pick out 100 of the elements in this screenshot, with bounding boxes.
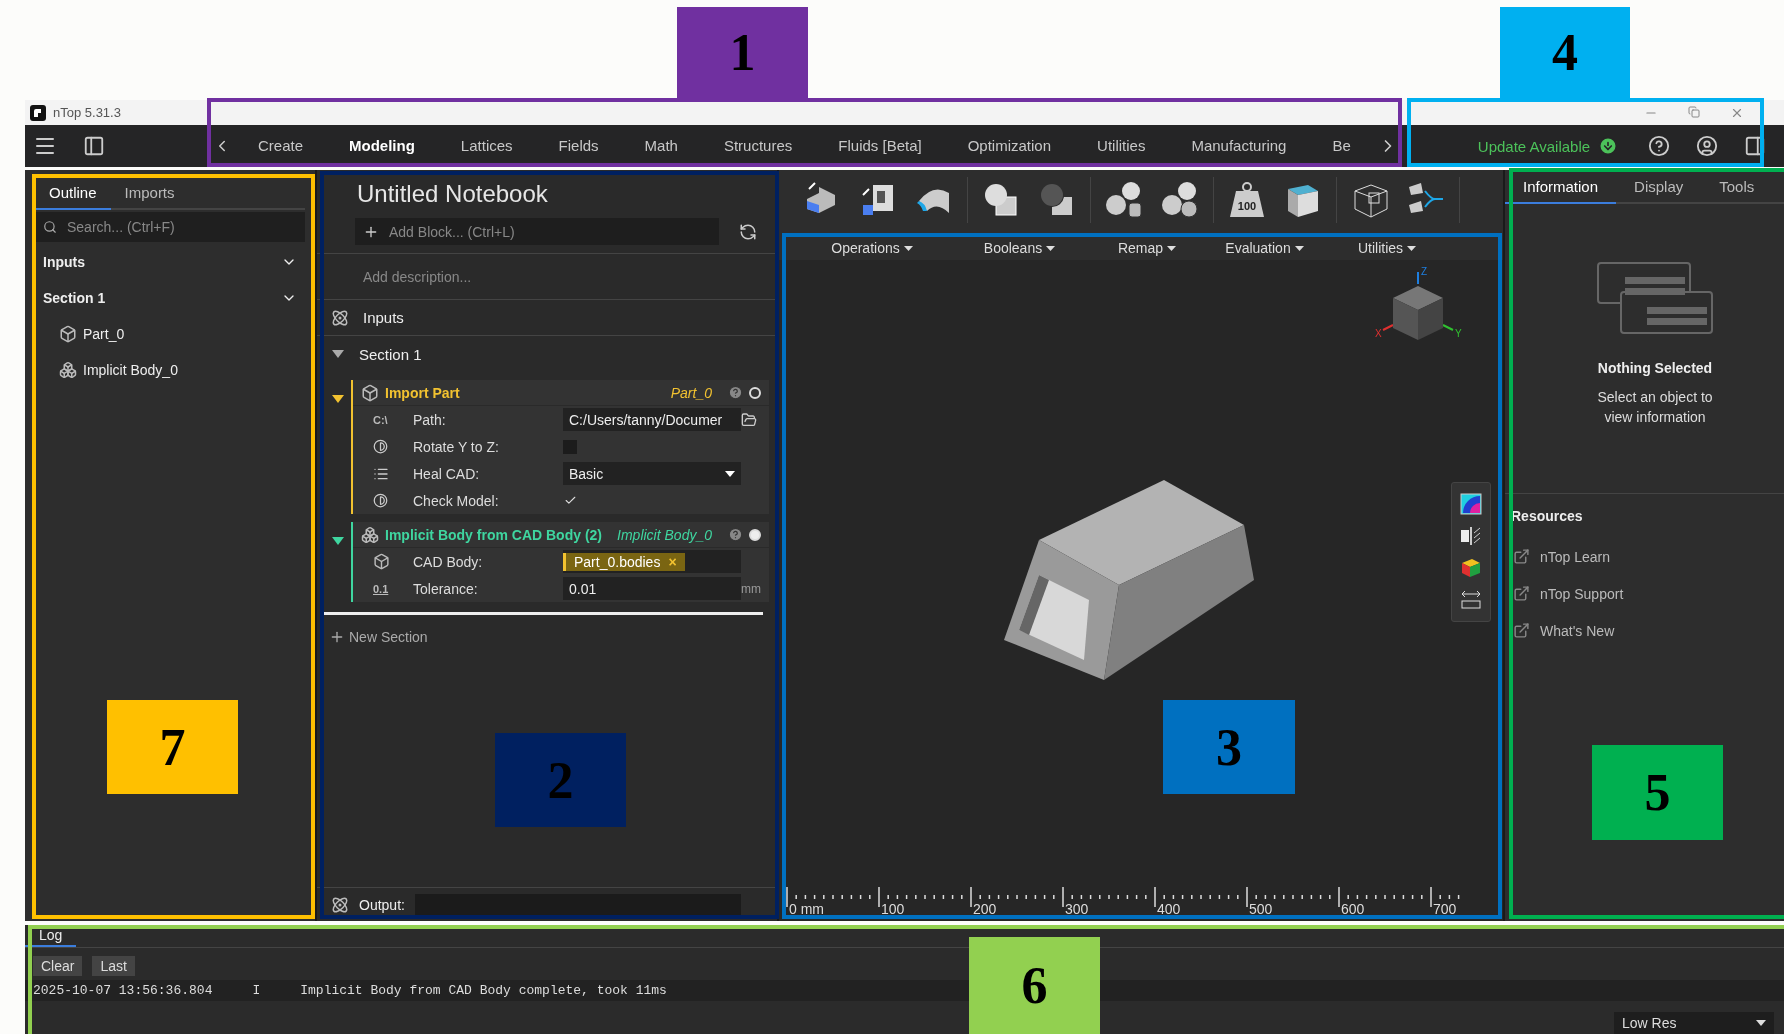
search-field[interactable]: Search... (Ctrl+F) [65, 218, 297, 236]
ribbon-tab[interactable]: Create [235, 125, 327, 167]
folder-icon[interactable] [741, 411, 757, 428]
ruler-label: 700 [1433, 901, 1457, 917]
param-label: Rotate Y to Z: [413, 438, 500, 455]
ribbon-tab[interactable]: Manufacturing [1168, 125, 1310, 167]
annotation-label: 7 [107, 700, 238, 794]
toolbar-menu[interactable]: Remap [1092, 236, 1202, 260]
tolerance-field[interactable]: 0.01 [563, 577, 741, 600]
dropdown[interactable]: Basic [563, 462, 741, 485]
log-button[interactable]: Last [92, 956, 135, 976]
axis-label: X [1375, 328, 1382, 339]
external-link-icon [1513, 548, 1530, 565]
axis-label: Y [1455, 328, 1462, 339]
colored-cube-icon[interactable] [1460, 557, 1482, 579]
toolbar-menu[interactable]: Evaluation [1202, 236, 1327, 260]
collapse-icon[interactable] [331, 394, 345, 404]
panel-tab[interactable]: Information [1505, 170, 1617, 204]
log-tab[interactable]: Log [25, 925, 77, 947]
annotation-label: 1 [677, 7, 808, 98]
resource-link[interactable]: What's New [1505, 612, 1784, 649]
refresh-icon[interactable] [739, 222, 757, 241]
section-cut-icon[interactable] [1460, 525, 1482, 547]
ribbon-tab[interactable]: Structures [700, 125, 816, 167]
add-block-box[interactable]: Add Block... (Ctrl+L) [355, 218, 719, 245]
panel-tab[interactable]: Outline [35, 176, 111, 210]
toolbar-menu[interactable]: Booleans [947, 236, 1092, 260]
path-field[interactable]: C:/Users/tanny/Documer [563, 408, 741, 431]
ribbon-tab[interactable]: Lattices [437, 125, 536, 167]
description-field[interactable]: Add description... [361, 267, 777, 286]
outline-item[interactable]: Part_0 [35, 316, 125, 352]
resource-link[interactable]: nTop Learn [1505, 538, 1784, 575]
measure-icon[interactable] [1460, 589, 1482, 611]
color-map-icon[interactable] [1460, 493, 1482, 515]
ribbon-tab[interactable]: Math [621, 125, 701, 167]
sidebar-icon [83, 135, 105, 157]
annotation-label: 3 [1163, 700, 1295, 794]
outline-item[interactable]: Implicit Body_0 [35, 352, 178, 388]
collapse-icon[interactable] [331, 349, 345, 359]
ribbon-tab[interactable]: Optimization [944, 125, 1075, 167]
cube-icon [361, 383, 379, 402]
block-output-name: Part_0 [670, 384, 712, 401]
boxes-icon [59, 361, 77, 379]
update-button[interactable]: Update Available [1471, 135, 1625, 157]
external-link-icon [1513, 585, 1530, 602]
cad-body-field[interactable]: Part_0.bodies × [563, 550, 741, 573]
panel-tab[interactable]: Tools [1701, 170, 1773, 204]
resolution-dropdown[interactable]: Low Res [1614, 1012, 1774, 1034]
annotation-label: 6 [969, 937, 1100, 1034]
outline-group[interactable]: Section 1 [35, 280, 305, 316]
new-section-button[interactable]: New Section [323, 612, 763, 645]
param-label: Check Model: [413, 492, 500, 509]
section-label: Section 1 [359, 345, 422, 363]
annotation-label: 5 [1592, 745, 1723, 840]
half-circle-icon [373, 439, 388, 454]
ribbon-tab[interactable]: Modeling [326, 125, 438, 167]
inputs-label: Inputs [363, 309, 404, 326]
param-label: Path: [413, 411, 447, 428]
path-icon-text: C:\ [373, 413, 389, 426]
external-link-icon [1513, 622, 1530, 639]
toolbar-menu[interactable]: Operations [797, 236, 947, 260]
panel-tab[interactable]: Imports [110, 176, 189, 210]
resource-link[interactable]: nTop Support [1505, 575, 1784, 612]
atom-icon [331, 895, 349, 914]
ruler-label: 600 [1341, 901, 1365, 917]
block-title: Import Part [385, 384, 461, 401]
resources-heading: Resources [1510, 507, 1584, 526]
empty-title: Nothing Selected [1597, 360, 1713, 376]
toolbar-menu[interactable]: Utilities [1327, 236, 1447, 260]
help-icon [1648, 135, 1671, 157]
half-circle-icon [373, 493, 388, 508]
help-icon[interactable] [728, 527, 743, 542]
ruler-label: 300 [1065, 901, 1089, 917]
ribbon-tab[interactable]: Utilities [1074, 125, 1169, 167]
collapse-icon[interactable] [331, 536, 345, 546]
param-label: CAD Body: [413, 553, 484, 570]
log-button[interactable]: Clear [33, 956, 83, 976]
annotation-label: 2 [495, 733, 626, 827]
empty-message: Select an object to view information [1596, 388, 1714, 427]
ribbon-tab[interactable]: Be [1309, 125, 1374, 167]
caret-icon [903, 245, 913, 251]
ribbon-tab[interactable]: Fluids [Beta] [815, 125, 945, 167]
help-icon[interactable] [728, 385, 743, 400]
cube-icon [59, 325, 77, 343]
param-label: Heal CAD: [413, 465, 481, 482]
ruler-label: 400 [1157, 901, 1181, 917]
axis-label: Z [1421, 266, 1428, 277]
add-block-field[interactable]: Add Block... (Ctrl+L) [387, 222, 711, 241]
cube-icon [373, 553, 390, 570]
caret-icon [1294, 245, 1304, 251]
visibility-dot[interactable] [749, 386, 761, 399]
output-field[interactable] [414, 893, 741, 916]
ruler-label: 500 [1249, 901, 1273, 917]
unit-label: mm [741, 581, 762, 596]
panel-tab[interactable]: Display [1616, 170, 1702, 204]
atom-icon [331, 308, 349, 327]
search-box[interactable]: Search... (Ctrl+F) [35, 212, 305, 242]
visibility-dot[interactable] [749, 528, 761, 541]
outline-group[interactable]: Inputs [35, 244, 305, 280]
ribbon-tab[interactable]: Fields [535, 125, 622, 167]
